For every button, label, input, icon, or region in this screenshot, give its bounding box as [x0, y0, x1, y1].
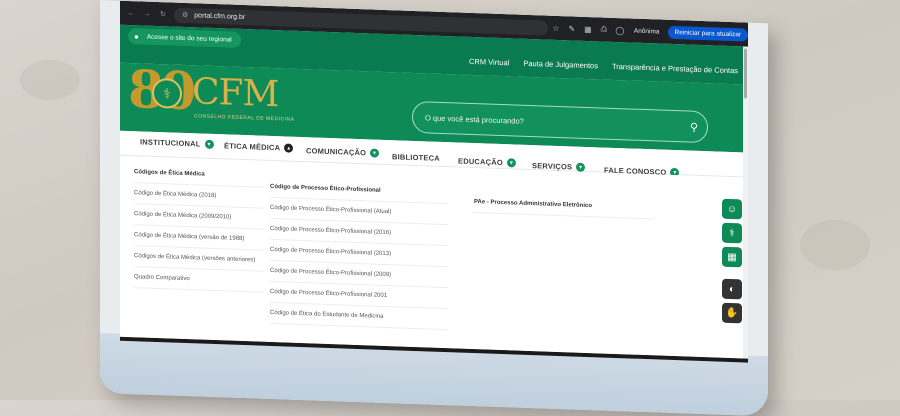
dropdown-column-processo: Código de Processo Ético-Profissional Có…: [270, 176, 448, 331]
chevron-down-icon: ▼: [204, 139, 214, 149]
dropdown-header[interactable]: PAe - Processo Administrativo Eletrônico: [474, 192, 654, 220]
forward-icon[interactable]: →: [142, 10, 152, 17]
regional-link-label: Acesse o site do seu regional: [146, 33, 232, 44]
chevron-down-icon: ▼: [506, 158, 516, 168]
wall-texture: [800, 220, 870, 270]
location-pin-icon: ●: [134, 31, 139, 41]
logo-subtitle: CONSELHO FEDERAL DE MEDICINA: [194, 113, 295, 123]
chevron-up-icon: ▲: [284, 143, 294, 153]
scrollbar-thumb[interactable]: [744, 48, 747, 99]
top-link-pauta[interactable]: Pauta de Julgamentos: [523, 59, 598, 71]
extensions-icon[interactable]: ▦: [580, 24, 596, 34]
sign-language-icon[interactable]: ✋: [722, 302, 742, 324]
building-icon[interactable]: ▦: [722, 246, 742, 268]
nav-biblioteca[interactable]: BIBLIOTECA: [392, 152, 440, 163]
nav-educacao[interactable]: EDUCAÇÃO ▼: [458, 157, 516, 168]
incognito-icon[interactable]: ◯: [612, 25, 628, 35]
back-icon[interactable]: ←: [126, 9, 136, 16]
top-link-transparencia[interactable]: Transparência e Prestação de Contas: [612, 62, 738, 75]
nav-etica-medica[interactable]: ÉTICA MÉDICA ▲: [224, 141, 294, 153]
top-link-crm-virtual[interactable]: CRM Virtual: [469, 57, 509, 67]
bookmark-star-icon[interactable]: ☆: [548, 23, 564, 33]
logo-cfm: CFM: [192, 71, 279, 116]
nav-label: ÉTICA MÉDICA: [224, 141, 281, 153]
search-icon[interactable]: ⚲: [681, 120, 707, 134]
nav-label: COMUNICAÇÃO: [306, 146, 367, 158]
nav-institucional[interactable]: INSTITUCIONAL ▼: [140, 137, 214, 149]
caduceus-icon: ⚕: [152, 77, 182, 109]
scrollbar[interactable]: [743, 46, 748, 359]
reload-icon[interactable]: ↻: [158, 10, 168, 18]
top-links: CRM Virtual Pauta de Julgamentos Transpa…: [469, 57, 738, 75]
dropdown-column-pae: PAe - Processo Administrativo Eletrônico: [474, 192, 654, 220]
print-icon[interactable]: ⎙: [596, 24, 612, 35]
profile-label[interactable]: Anônima: [634, 27, 660, 35]
regional-link[interactable]: ● Acesse o site do seu regional: [128, 27, 241, 48]
monitor: ← → ↻ ⚙ portal.cfm.org.br ☆ ✎ ▦ ⎙ ◯ Anôn…: [100, 0, 768, 416]
url-text: portal.cfm.org.br: [194, 11, 246, 21]
dropdown-column-codigos: Códigos de Ética Médica Código de Ética …: [134, 162, 264, 293]
stethoscope-icon[interactable]: ⚕: [722, 222, 742, 244]
nav-label: INSTITUCIONAL: [140, 137, 201, 149]
user-stethoscope-icon[interactable]: ☺: [722, 198, 742, 220]
contrast-icon[interactable]: ◐: [722, 278, 742, 300]
nav-comunicacao[interactable]: COMUNICAÇÃO ▼: [306, 146, 380, 158]
search-input[interactable]: [413, 111, 681, 132]
edit-icon[interactable]: ✎: [564, 24, 580, 34]
list-item[interactable]: Quadro Comparativo: [134, 267, 264, 293]
site-info-icon[interactable]: ⚙: [182, 11, 188, 19]
browser-screen: ← → ↻ ⚙ portal.cfm.org.br ☆ ✎ ▦ ⎙ ◯ Anôn…: [120, 0, 748, 363]
chevron-down-icon: ▼: [576, 162, 586, 172]
nav-label: EDUCAÇÃO: [458, 156, 503, 168]
etica-medica-dropdown: Códigos de Ética Médica Código de Ética …: [120, 155, 748, 359]
chevron-down-icon: ▼: [370, 148, 380, 158]
wall-texture: [20, 60, 80, 100]
search-box: ⚲: [412, 100, 708, 144]
nav-label: BIBLIOTECA: [392, 152, 440, 163]
restart-to-update-button[interactable]: Reiniciar para atualizar: [667, 25, 748, 42]
